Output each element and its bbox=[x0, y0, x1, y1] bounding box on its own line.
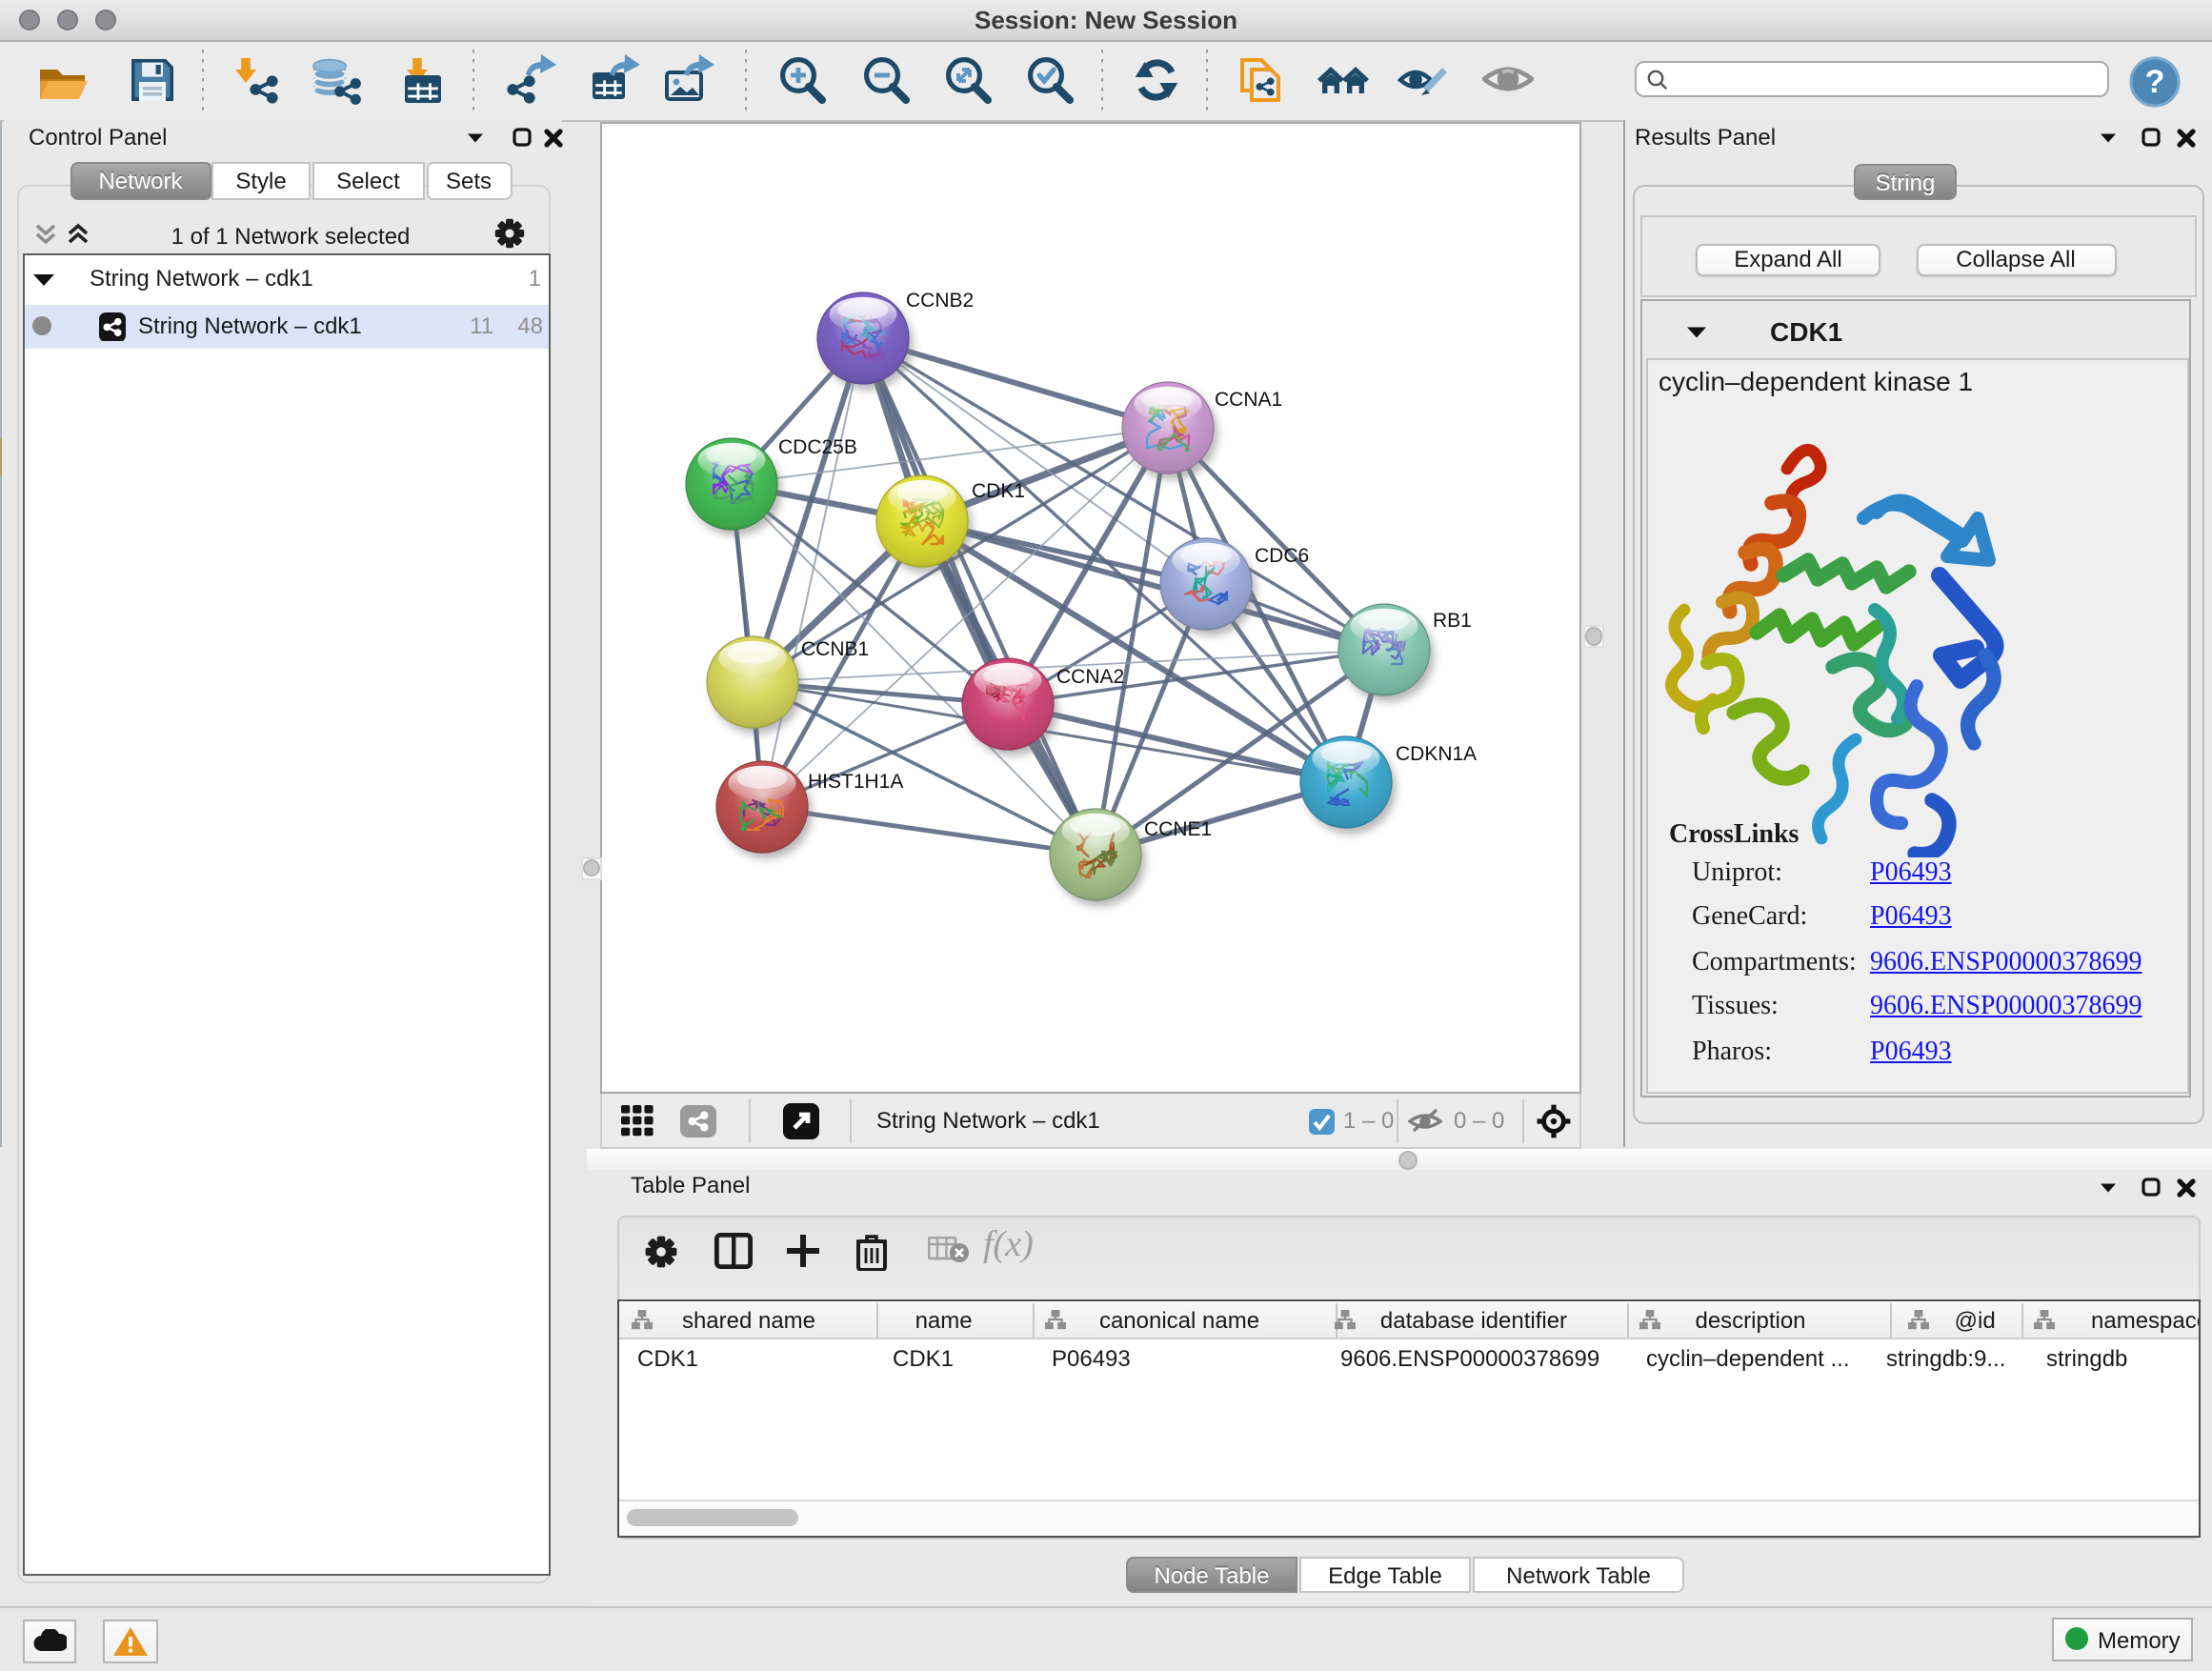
svg-text:CCNA2: CCNA2 bbox=[1056, 666, 1124, 688]
svg-text:CCNE1: CCNE1 bbox=[1144, 818, 1212, 840]
svg-text:CDKN1A: CDKN1A bbox=[1396, 743, 1477, 765]
svg-text:HIST1H1A: HIST1H1A bbox=[808, 771, 903, 793]
svg-text:CDC6: CDC6 bbox=[1255, 545, 1309, 567]
svg-text:CDC25B: CDC25B bbox=[778, 436, 857, 458]
svg-text:CCNB2: CCNB2 bbox=[906, 290, 974, 312]
svg-text:?: ? bbox=[2145, 64, 2165, 100]
svg-text:CCNA1: CCNA1 bbox=[1215, 389, 1282, 411]
svg-text:CCNB1: CCNB1 bbox=[801, 638, 869, 660]
svg-text:RB1: RB1 bbox=[1433, 610, 1472, 632]
svg-text:CDK1: CDK1 bbox=[972, 480, 1025, 502]
